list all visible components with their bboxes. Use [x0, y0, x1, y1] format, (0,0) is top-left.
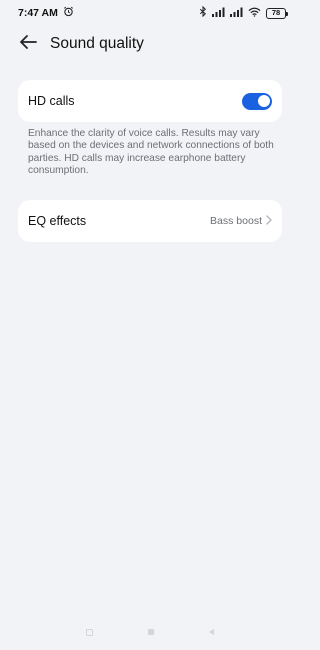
hd-calls-description: Enhance the clarity of voice calls. Resu… [28, 128, 274, 177]
back-arrow-icon [18, 34, 38, 55]
eq-effects-value-group: Bass boost [210, 212, 272, 230]
eq-effects-row[interactable]: EQ effects Bass boost [18, 200, 282, 242]
hd-calls-row[interactable]: HD calls [18, 80, 282, 122]
toggle-knob [257, 95, 270, 107]
status-right: 78 [199, 5, 288, 20]
status-left: 7:47 AM [18, 6, 74, 20]
alarm-icon [63, 6, 74, 20]
navigation-bar [0, 614, 300, 650]
recents-icon[interactable] [86, 628, 93, 636]
battery-level: 78 [271, 8, 281, 18]
hd-calls-label: HD calls [28, 94, 75, 108]
status-bar: 7:47 AM 78 [0, 0, 300, 26]
back-icon[interactable] [209, 629, 214, 635]
header: Sound quality [0, 28, 300, 60]
battery-icon: 78 [266, 7, 288, 19]
chevron-right-icon [266, 212, 272, 230]
hd-calls-toggle[interactable] [242, 92, 272, 110]
page-title: Sound quality [50, 35, 144, 52]
wifi-icon [248, 7, 261, 20]
signal-icon [230, 7, 243, 20]
back-button[interactable] [16, 32, 40, 56]
eq-effects-value: Bass boost [210, 215, 262, 227]
status-time: 7:47 AM [18, 7, 58, 19]
bluetooth-icon [199, 5, 207, 20]
eq-effects-label: EQ effects [28, 214, 87, 228]
signal-icon [212, 7, 225, 20]
home-icon[interactable] [148, 629, 154, 635]
